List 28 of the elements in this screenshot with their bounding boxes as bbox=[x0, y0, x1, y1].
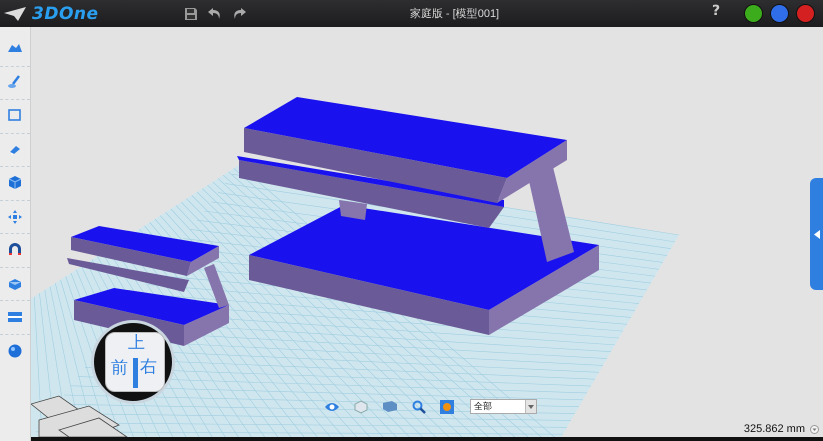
caret-icon bbox=[528, 404, 534, 408]
cube-edge-stripe bbox=[133, 358, 138, 388]
close-button[interactable] bbox=[796, 4, 815, 23]
redo-icon[interactable] bbox=[232, 7, 246, 20]
paper-plane-icon bbox=[4, 6, 26, 20]
app-logo-text: 3DOne bbox=[32, 4, 99, 24]
render-mode-icon[interactable] bbox=[440, 400, 454, 414]
minimize-button[interactable] bbox=[744, 4, 763, 23]
sphere-icon[interactable] bbox=[6, 342, 24, 360]
caret-left-icon bbox=[814, 230, 820, 238]
box-icon[interactable] bbox=[382, 400, 398, 413]
view-cube[interactable]: 上 前 右 bbox=[105, 332, 165, 392]
help-button[interactable]: ? bbox=[712, 3, 720, 19]
stand-model-large[interactable] bbox=[237, 97, 599, 335]
move-arrows-icon[interactable] bbox=[6, 208, 24, 226]
top-face-label[interactable]: 上 bbox=[128, 335, 145, 352]
eye-icon[interactable] bbox=[324, 400, 340, 412]
save-icon[interactable] bbox=[184, 6, 198, 20]
maximize-button[interactable] bbox=[770, 4, 789, 23]
side-panel-tab[interactable] bbox=[810, 178, 823, 290]
undo-icon[interactable] bbox=[208, 7, 222, 20]
front-face-label[interactable]: 前 bbox=[111, 360, 128, 377]
distance-readout: 325.862 mm bbox=[744, 423, 805, 435]
dropdown-circle-icon[interactable] bbox=[810, 424, 819, 434]
filter-dropdown[interactable]: 全部 bbox=[470, 399, 537, 414]
zoom-icon[interactable] bbox=[412, 400, 426, 414]
window-title: 家庭版 - [模型001] bbox=[408, 6, 500, 21]
right-face-label[interactable]: 右 bbox=[140, 359, 157, 376]
